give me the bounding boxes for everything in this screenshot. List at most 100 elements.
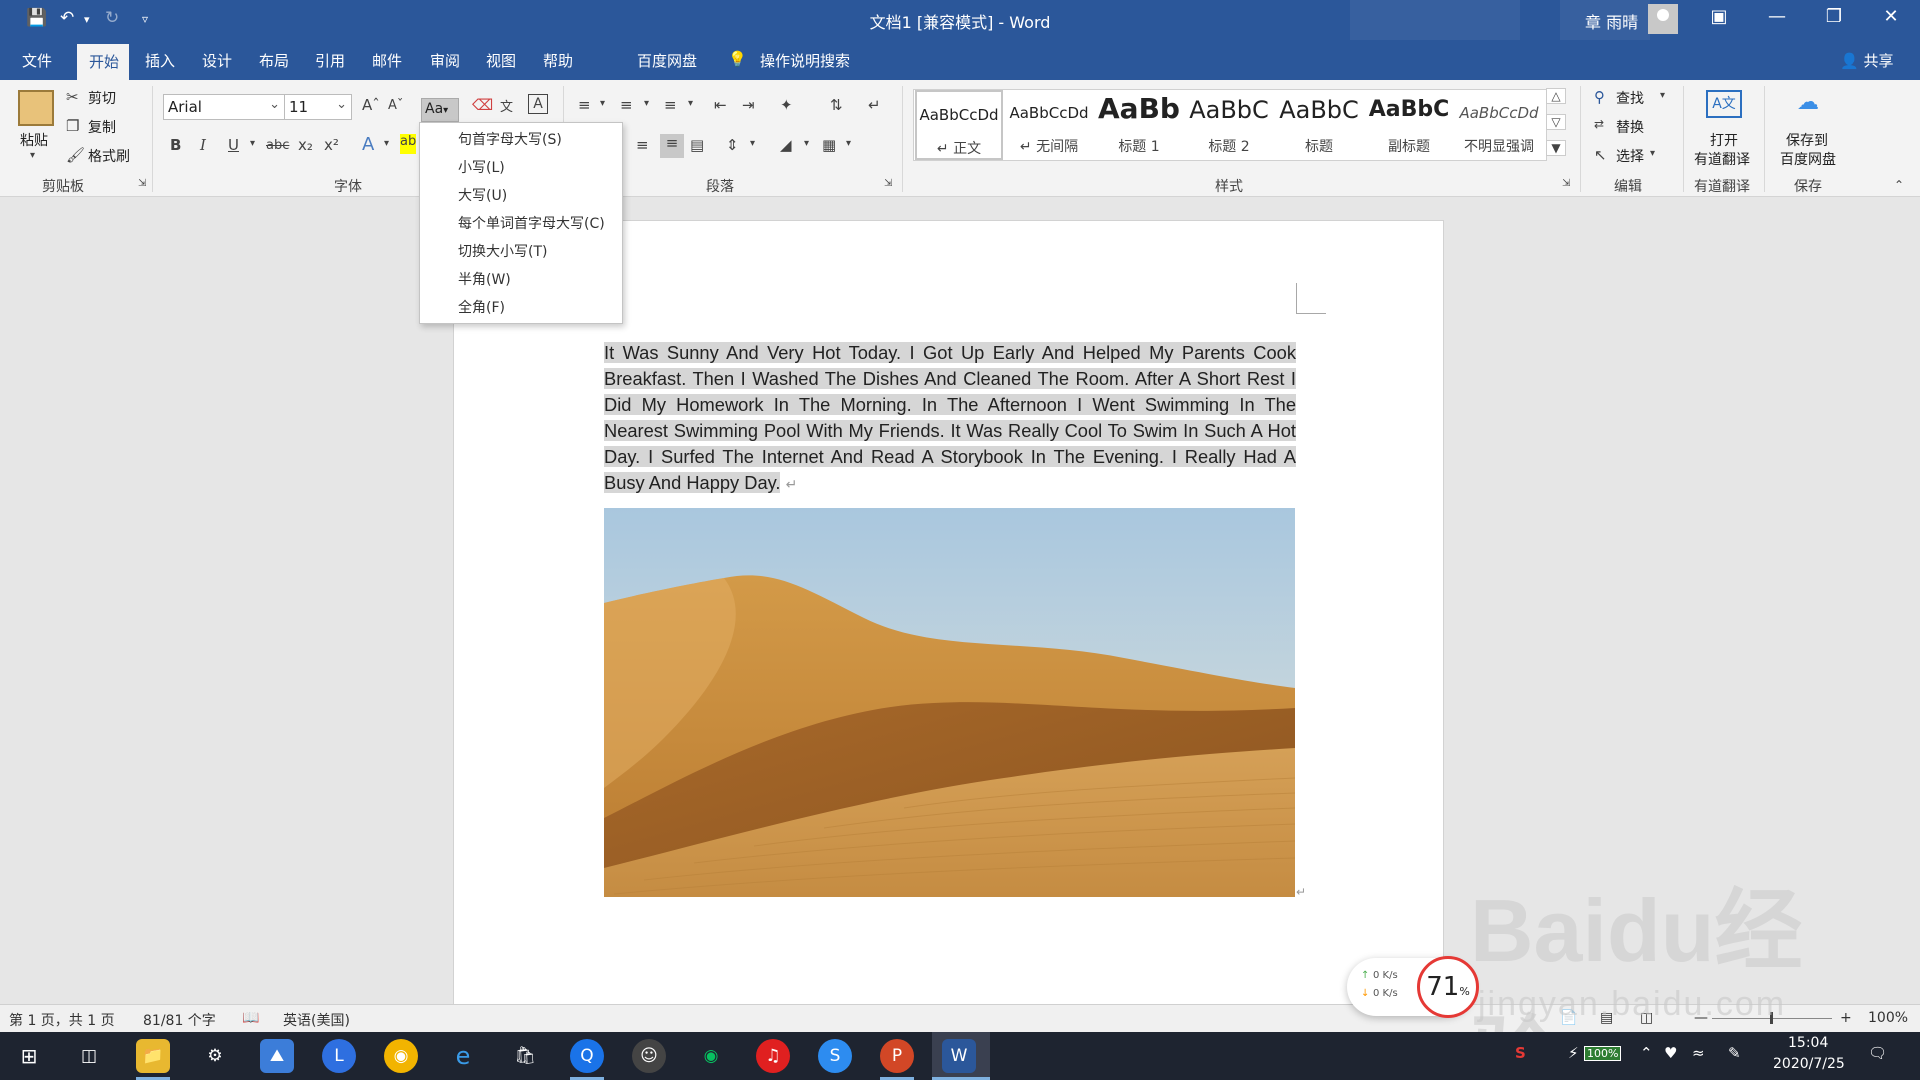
clock-date[interactable]: 2020/7/25 [1773, 1056, 1845, 1072]
chrome-icon[interactable]: ◉ [384, 1039, 418, 1073]
underline-icon[interactable]: U [228, 136, 239, 154]
sort-icon[interactable]: ⇅ [830, 96, 843, 114]
lark-app-icon[interactable]: L [322, 1039, 356, 1073]
tab-mailings[interactable]: 邮件 [372, 50, 402, 71]
scissors-icon[interactable]: ✂ [66, 88, 79, 106]
format-painter-button[interactable]: 格式刷 [88, 146, 130, 166]
gallery-more-icon[interactable]: ▼ [1546, 140, 1566, 156]
minimize-icon[interactable]: — [1762, 6, 1792, 27]
borders-icon[interactable]: ▦ [822, 136, 836, 154]
paste-button[interactable]: 粘贴 [20, 130, 48, 150]
tab-design[interactable]: 设计 [202, 50, 232, 71]
powerpoint-icon[interactable]: P [880, 1039, 914, 1073]
borders-dropdown-icon[interactable]: ▾ [846, 138, 851, 149]
tab-layout[interactable]: 布局 [259, 50, 289, 71]
menu-item-capitalize-each-word[interactable]: 每个单词首字母大写(C) [458, 213, 605, 233]
language-indicator[interactable]: 英语(美国) [283, 1010, 350, 1030]
replace-icon[interactable]: ⇄ [1594, 117, 1604, 131]
numbering-dropdown-icon[interactable]: ▾ [644, 98, 649, 109]
tell-me-search[interactable]: 操作说明搜索 [760, 50, 850, 71]
shading-dropdown-icon[interactable]: ▾ [804, 138, 809, 149]
superscript-icon[interactable]: x² [324, 136, 339, 154]
tab-view[interactable]: 视图 [486, 50, 516, 71]
clipboard-launcher-icon[interactable]: ⇲ [138, 178, 146, 189]
shading-icon[interactable]: ◢ [780, 136, 792, 154]
avatar-app-icon[interactable]: ☺ [632, 1039, 666, 1073]
desert-photo[interactable] [604, 508, 1295, 897]
ribbon-display-options-icon[interactable]: ▣ [1704, 6, 1734, 27]
menu-item-lowercase[interactable]: 小写(L) [458, 157, 505, 177]
wechat-icon[interactable]: ◉ [694, 1039, 728, 1073]
clear-formatting-icon[interactable]: ⌫ [472, 96, 493, 114]
body-paragraph[interactable]: It Was Sunny And Very Hot Today. I Got U… [604, 340, 1296, 497]
select-dropdown-icon[interactable]: ▾ [1650, 148, 1655, 159]
wifi-icon[interactable]: ≈ [1692, 1044, 1705, 1062]
document-page[interactable]: It Was Sunny And Very Hot Today. I Got U… [453, 220, 1444, 1010]
change-case-button[interactable]: Aa▾ [421, 98, 459, 122]
menu-item-full-width[interactable]: 全角(F) [458, 297, 505, 317]
highlight-icon[interactable]: ab [400, 134, 416, 154]
user-name[interactable]: 章 雨晴 [1585, 9, 1638, 33]
multilevel-dropdown-icon[interactable]: ▾ [688, 98, 693, 109]
chevron-down-icon[interactable]: ⌄ [336, 97, 347, 112]
style-no-spacing[interactable]: AaBbCcDd ↵ 无间隔 [1005, 90, 1093, 160]
find-icon[interactable]: ⚲ [1594, 88, 1605, 106]
save-baidu-line1[interactable]: 保存到 [1786, 130, 1828, 150]
bullets-dropdown-icon[interactable]: ▾ [600, 98, 605, 109]
sogou-input-icon[interactable]: S [1515, 1044, 1526, 1062]
collapse-ribbon-icon[interactable]: ⌃ [1894, 178, 1904, 192]
subscript-icon[interactable]: x₂ [298, 136, 313, 154]
paste-icon[interactable] [18, 90, 54, 126]
style-subtle-emphasis[interactable]: AaBbCcDd 不明显强调 [1455, 90, 1543, 160]
align-right-icon[interactable]: ≡ [636, 136, 649, 154]
grow-font-icon[interactable]: Aˆ [362, 96, 380, 114]
page-count[interactable]: 第 1 页，共 1 页 [9, 1010, 115, 1030]
menu-item-half-width[interactable]: 半角(W) [458, 269, 511, 289]
show-hidden-icons-icon[interactable]: ⌃ [1640, 1044, 1653, 1062]
share-button[interactable]: 👤 共享 [1840, 50, 1893, 71]
menu-item-uppercase[interactable]: 大写(U) [458, 185, 507, 205]
format-painter-icon[interactable]: 🖌 [66, 146, 85, 164]
tab-home[interactable]: 开始 [77, 44, 129, 80]
multilevel-list-icon[interactable]: ≡ [664, 96, 677, 114]
tray-app-icon[interactable]: ♥ [1664, 1044, 1677, 1062]
chevron-down-icon[interactable]: ⌄ [269, 97, 280, 112]
font-name-combo[interactable]: Arial ⌄ [163, 94, 285, 120]
gallery-scroll-down-icon[interactable]: ▽ [1546, 114, 1566, 130]
replace-button[interactable]: 替换 [1616, 117, 1644, 137]
style-heading-2[interactable]: AaBbC 标题 2 [1185, 90, 1273, 160]
photos-icon[interactable]: ⛰ [260, 1039, 294, 1073]
copy-icon[interactable]: ❐ [66, 117, 79, 135]
selected-text[interactable]: It Was Sunny And Very Hot Today. I Got U… [604, 342, 1296, 493]
zoom-level[interactable]: 100% [1868, 1010, 1908, 1026]
increase-indent-icon[interactable]: ⇥ [742, 96, 755, 114]
close-icon[interactable]: ✕ [1876, 6, 1906, 27]
tab-help[interactable]: 帮助 [543, 50, 573, 71]
word-count[interactable]: 81/81 个字 [143, 1010, 216, 1030]
restore-icon[interactable]: ❐ [1819, 6, 1849, 27]
open-youdao-line2[interactable]: 有道翻译 [1694, 149, 1750, 169]
bullets-icon[interactable]: ≡ [578, 96, 591, 114]
open-youdao-line1[interactable]: 打开 [1710, 130, 1738, 150]
distributed-icon[interactable]: ▤ [690, 136, 704, 154]
settings-icon[interactable]: ⚙ [198, 1039, 232, 1073]
tab-file[interactable]: 文件 [22, 50, 52, 71]
asian-layout-icon[interactable]: ✦ [780, 96, 793, 114]
word-icon[interactable]: W [942, 1039, 976, 1073]
baidu-cloud-icon[interactable]: ☁ [1794, 90, 1822, 118]
proofing-icon[interactable]: 📖 [242, 1010, 259, 1026]
file-explorer-icon[interactable]: 📁 [136, 1039, 170, 1073]
pen-icon[interactable]: ✎ [1728, 1044, 1741, 1062]
store-icon[interactable]: 🛍 [508, 1039, 542, 1073]
save-baidu-line2[interactable]: 百度网盘 [1780, 149, 1836, 169]
netease-music-icon[interactable]: ♫ [756, 1039, 790, 1073]
select-button[interactable]: 选择 [1616, 146, 1644, 166]
action-center-icon[interactable]: 🗨 [1868, 1044, 1887, 1062]
justify-icon[interactable]: ≡ [660, 134, 684, 158]
line-spacing-dropdown-icon[interactable]: ▾ [750, 138, 755, 149]
text-effects-icon[interactable]: A [362, 134, 374, 155]
menu-item-sentence-case[interactable]: 句首字母大写(S) [458, 129, 562, 149]
show-marks-icon[interactable]: ↵ [868, 96, 881, 114]
youdao-translate-icon[interactable]: A文 [1706, 90, 1742, 118]
tab-references[interactable]: 引用 [315, 50, 345, 71]
